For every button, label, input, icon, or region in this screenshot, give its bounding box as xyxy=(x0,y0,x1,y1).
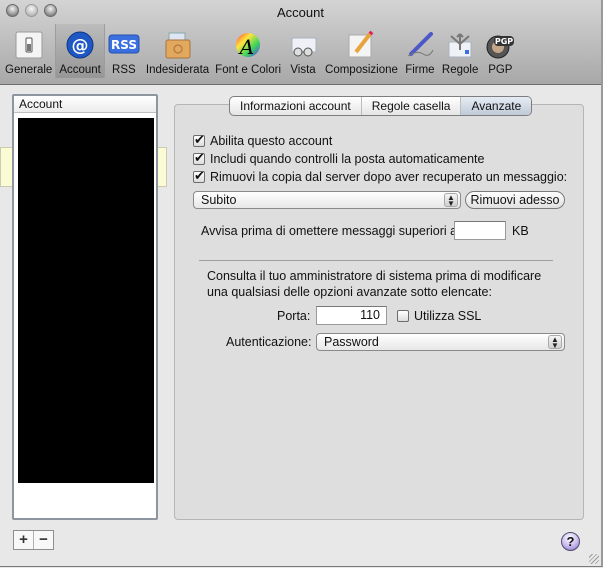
remove-copy-label: Rimuovi la copia dal server dopo aver re… xyxy=(210,170,568,184)
updown-arrows-icon: ▲ ▼ xyxy=(548,335,562,350)
toolbar-label: RSS xyxy=(112,64,136,76)
account-list[interactable]: Account xyxy=(12,94,158,520)
use-ssl-checkbox[interactable] xyxy=(397,310,409,322)
tab-avanzate[interactable]: Avanzate xyxy=(460,97,532,115)
remove-copy-checkbox[interactable] xyxy=(193,168,205,184)
window-title: Account xyxy=(277,5,324,20)
remove-when-select[interactable]: Subito ▲ ▼ xyxy=(193,191,461,209)
tab-bar: Informazioni account Regole casella Avan… xyxy=(229,96,533,116)
warn-size-input[interactable] xyxy=(454,221,506,240)
rules-arrows-icon xyxy=(444,29,476,61)
tab-regole-casella[interactable]: Regole casella xyxy=(360,97,461,115)
toolbar-item-account[interactable]: @ Account xyxy=(55,24,105,78)
toolbar-item-font-e-colori[interactable]: A Font e Colori xyxy=(212,24,284,78)
account-list-header: Account xyxy=(14,96,156,113)
add-account-button[interactable]: + xyxy=(14,531,33,549)
remove-now-button[interactable]: Rimuovi adesso xyxy=(465,191,565,209)
svg-text:PGP: PGP xyxy=(495,37,513,46)
svg-text:RSS: RSS xyxy=(111,38,137,52)
pencil-note-icon xyxy=(345,29,377,61)
include-auto-check-row: Includi quando controlli la posta automa… xyxy=(193,150,485,166)
titlebar: Account Generale @ Account RSS RSS Indes… xyxy=(0,0,601,85)
enable-account-label: Abilita questo account xyxy=(210,134,333,148)
font-color-wheel-icon: A xyxy=(232,29,264,61)
auth-select[interactable]: Password ▲ ▼ xyxy=(316,333,565,351)
toolbar-item-indesiderata[interactable]: Indesiderata xyxy=(143,24,212,78)
toolbar-label: Vista xyxy=(290,64,316,76)
toolbar-label: Composizione xyxy=(325,64,398,76)
include-auto-check-label: Includi quando controlli la posta automa… xyxy=(210,152,485,166)
toolbar-item-composizione[interactable]: Composizione xyxy=(322,24,401,78)
toolbar-item-generale[interactable]: Generale xyxy=(2,24,55,78)
toolbar-label: Indesiderata xyxy=(145,64,210,76)
warn-size-unit: KB xyxy=(512,224,529,238)
use-ssl-row: Utilizza SSL xyxy=(397,309,481,323)
at-sign-icon: @ xyxy=(64,29,96,61)
auth-label: Autenticazione: xyxy=(226,335,312,349)
warn-size-label: Avvisa prima di omettere messaggi superi… xyxy=(201,224,458,238)
account-list-redacted-content xyxy=(18,118,154,483)
port-input[interactable]: 110 xyxy=(316,306,387,325)
auth-value: Password xyxy=(324,335,379,349)
section-divider xyxy=(199,260,553,261)
toolbar-item-regole[interactable]: Regole xyxy=(439,24,481,78)
remove-when-value: Subito xyxy=(201,193,237,207)
account-list-controls: + − xyxy=(13,530,54,550)
toolbar-label: PGP xyxy=(488,64,513,76)
toolbar-label: Regole xyxy=(441,64,479,76)
preferences-window: Account Generale @ Account RSS RSS Indes… xyxy=(0,0,603,567)
enable-account-checkbox[interactable] xyxy=(193,132,205,148)
toolbar-overflow-icon[interactable]: » xyxy=(584,46,592,62)
toolbar-label: Font e Colori xyxy=(215,64,282,76)
include-auto-check-checkbox[interactable] xyxy=(193,150,205,166)
toolbar-label: Account xyxy=(59,64,101,76)
admin-notice-line1: Consulta il tuo amministratore di sistem… xyxy=(207,269,542,283)
toolbar-item-vista[interactable]: Vista xyxy=(284,24,322,78)
switch-icon xyxy=(13,29,45,61)
preferences-toolbar: Generale @ Account RSS RSS Indesiderata xyxy=(2,24,519,78)
use-ssl-label: Utilizza SSL xyxy=(414,309,482,323)
remove-copy-row: Rimuovi la copia dal server dopo aver re… xyxy=(193,168,568,184)
toolbar-label: Firme xyxy=(405,64,435,76)
updown-arrows-icon: ▲ ▼ xyxy=(444,193,458,208)
tab-informazioni-account[interactable]: Informazioni account xyxy=(230,97,361,115)
toolbar-item-pgp[interactable]: PGP PGP xyxy=(481,24,519,78)
junk-box-icon xyxy=(162,29,194,61)
toolbar-item-firme[interactable]: Firme xyxy=(401,24,439,78)
svg-text:@: @ xyxy=(72,36,89,56)
pen-signature-icon xyxy=(404,29,436,61)
help-button[interactable]: ? xyxy=(561,532,580,551)
remove-account-button[interactable]: − xyxy=(33,531,53,549)
port-label: Porta: xyxy=(277,309,311,323)
glasses-envelope-icon xyxy=(287,29,319,61)
resize-grip[interactable] xyxy=(589,554,599,564)
toolbar-item-rss[interactable]: RSS RSS xyxy=(105,24,143,78)
admin-notice-line2: una qualsiasi delle opzioni avanzate sot… xyxy=(207,285,492,299)
svg-text:A: A xyxy=(238,35,254,59)
enable-account-row: Abilita questo account xyxy=(193,132,333,148)
rss-icon: RSS xyxy=(108,29,140,61)
toolbar-label: Generale xyxy=(5,64,53,76)
pgp-lock-icon: PGP xyxy=(484,29,516,61)
